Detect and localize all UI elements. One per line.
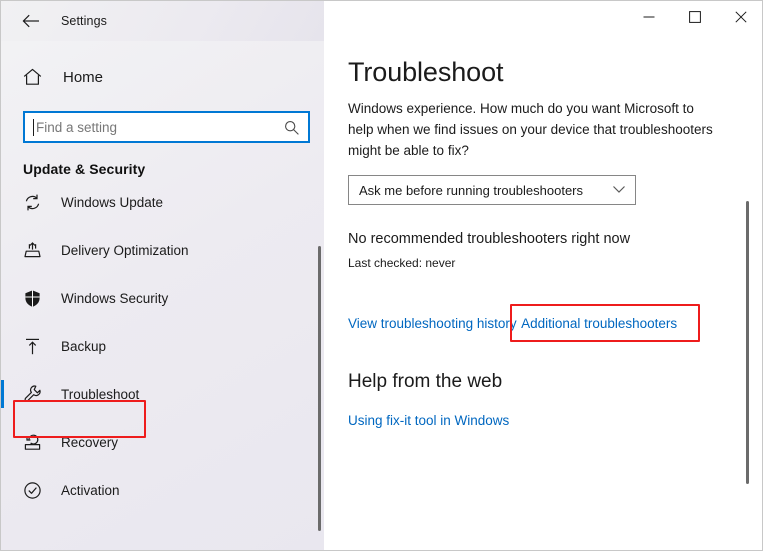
- additional-troubleshooters-link[interactable]: Additional troubleshooters: [521, 316, 677, 331]
- wrench-icon: [23, 384, 47, 404]
- window-controls: [324, 1, 762, 41]
- settings-window: Settings Home Find a setting Update & Se…: [0, 0, 763, 551]
- check-circle-icon: [23, 481, 47, 500]
- additional-troubleshooters-container: Additional troubleshooters: [510, 304, 701, 342]
- sidebar-section-title: Update & Security: [23, 161, 146, 177]
- sidebar-item-label: Activation: [61, 482, 120, 498]
- text-caret: [33, 119, 34, 136]
- backup-upload-arrow-icon: [23, 337, 47, 356]
- home-icon: [23, 68, 49, 86]
- search-icon[interactable]: [284, 120, 300, 141]
- minimize-button[interactable]: [626, 1, 672, 33]
- close-icon: [735, 11, 747, 23]
- sidebar-item-windows-update[interactable]: Windows Update: [1, 185, 324, 219]
- sidebar-item-delivery-optimization[interactable]: Delivery Optimization: [1, 233, 324, 267]
- page-title: Troubleshoot: [348, 57, 504, 87]
- sidebar-item-troubleshoot[interactable]: Troubleshoot: [1, 377, 324, 411]
- using-fix-it-tool-link[interactable]: Using fix-it tool in Windows: [348, 413, 509, 428]
- back-arrow-icon: [22, 14, 40, 28]
- sidebar-item-windows-security[interactable]: Windows Security: [1, 281, 324, 315]
- title-bar-left: Settings: [1, 1, 324, 41]
- help-from-web-heading: Help from the web: [348, 371, 503, 392]
- sidebar-nav-list: Windows Update Delivery Optimization Win…: [1, 185, 324, 507]
- delivery-upload-icon: [23, 241, 47, 260]
- last-checked-text: Last checked: never: [348, 256, 456, 270]
- sidebar-item-recovery[interactable]: Recovery: [1, 425, 324, 459]
- sidebar-item-label: Recovery: [61, 434, 119, 450]
- shield-icon: [23, 289, 47, 308]
- close-button[interactable]: [718, 1, 762, 33]
- sidebar-item-activation[interactable]: Activation: [1, 473, 324, 507]
- recovery-icon: [23, 433, 47, 452]
- maximize-icon: [689, 11, 701, 23]
- troubleshooter-preference-dropdown[interactable]: Ask me before running troubleshooters: [348, 175, 636, 205]
- home-label: Home: [63, 68, 104, 86]
- sidebar-item-backup[interactable]: Backup: [1, 329, 324, 363]
- sidebar-item-label: Delivery Optimization: [61, 242, 189, 258]
- sidebar-item-label: Troubleshoot: [61, 386, 140, 402]
- search-box[interactable]: [23, 111, 310, 143]
- window-title: Settings: [61, 14, 107, 28]
- sidebar-scrollbar[interactable]: [318, 246, 321, 531]
- title-bar: Settings: [1, 1, 762, 41]
- dropdown-value: Ask me before running troubleshooters: [359, 182, 584, 198]
- sidebar-item-label: Backup: [61, 338, 107, 354]
- view-troubleshooting-history-link[interactable]: View troubleshooting history: [348, 316, 517, 331]
- page-description: Windows experience. How much do you want…: [348, 101, 713, 158]
- minimize-icon: [643, 11, 655, 23]
- content-scrollbar[interactable]: [746, 201, 749, 484]
- chevron-down-icon: [612, 181, 626, 199]
- sidebar: Home Update & Security: [1, 41, 324, 550]
- sync-refresh-icon: [23, 193, 47, 212]
- back-button[interactable]: [13, 6, 49, 36]
- sidebar-item-label: Windows Update: [61, 194, 164, 210]
- search-input[interactable]: [25, 114, 275, 140]
- sidebar-item-home[interactable]: Home: [1, 59, 324, 95]
- search-container: [23, 111, 310, 143]
- sidebar-item-label: Windows Security: [61, 290, 169, 306]
- main-content: Troubleshoot Windows experience. How muc…: [324, 41, 762, 550]
- recommended-status-title: No recommended troubleshooters right now: [348, 231, 631, 247]
- maximize-button[interactable]: [672, 1, 718, 33]
